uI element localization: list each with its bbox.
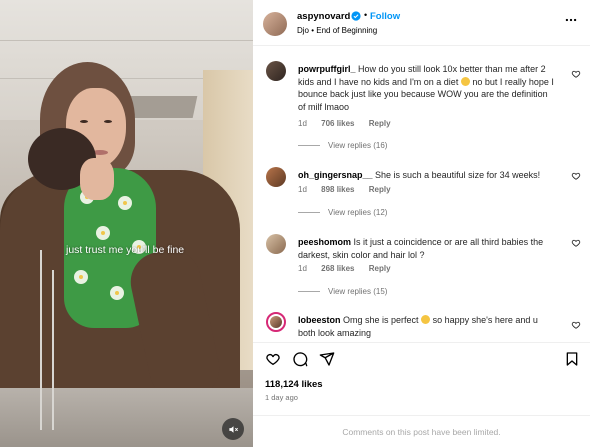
heart-icon[interactable] [571,320,581,330]
hospital-bed [0,388,253,447]
comment-likes[interactable]: 268 likes [321,264,354,273]
bookmark-icon[interactable] [564,351,580,367]
comment-text: oh_gingersnap__ She is such a beautiful … [298,169,556,182]
post-media[interactable]: just trust me you'll be fine [0,0,253,447]
author-username[interactable]: aspynovard [297,11,350,22]
comment-meta: 1d 268 likes Reply [298,264,403,273]
comment-username[interactable]: powrpuffgirl_ [298,64,356,74]
share-icon[interactable] [319,351,335,367]
comment-meta: 1d 898 likes Reply [298,185,403,194]
divider [298,212,320,213]
likes-count[interactable]: 118,124 likes [265,379,323,390]
more-icon[interactable] [564,13,578,27]
mute-button[interactable] [222,418,244,440]
post-header: aspynovard • Follow Djo • End of Beginni… [253,0,590,46]
comment-body: She is such a beautiful size for 34 week… [375,170,541,180]
comments-list[interactable]: powrpuffgirl_ How do you still look 10x … [253,47,590,342]
follow-button[interactable]: Follow [370,11,400,22]
avatar[interactable] [266,234,286,254]
avatar[interactable] [266,312,286,332]
post-side-panel: aspynovard • Follow Djo • End of Beginni… [253,0,590,447]
view-replies-label: View replies (16) [328,141,388,150]
view-replies-label: View replies (12) [328,208,388,217]
divider [298,145,320,146]
heart-icon[interactable] [571,238,581,248]
post-timestamp[interactable]: 1 day ago [265,393,298,402]
reply-button[interactable]: Reply [369,264,391,273]
avatar[interactable] [263,12,287,36]
comment-username[interactable]: peeshomom [298,237,351,247]
view-replies-button[interactable]: View replies (12) [298,208,387,217]
comment-icon[interactable] [292,351,308,367]
view-replies-button[interactable]: View replies (16) [298,141,387,150]
flower-pattern [110,286,124,300]
mute-icon [228,425,238,433]
comment-text: lobeeston Omg she is perfect so happy sh… [298,314,556,339]
hand-shape [80,158,114,200]
separator-dot: • [364,10,368,20]
divider [298,291,320,292]
comment-text: peeshomom Is it just a coincidence or ar… [298,236,556,261]
comment-age: 1d [298,185,307,194]
comment-text: powrpuffgirl_ How do you still look 10x … [298,63,556,113]
comment-body: Omg she is perfect [343,315,419,325]
audio-track[interactable]: Djo • End of Beginning [297,26,377,35]
crying-emoji-icon [460,76,470,86]
flower-pattern [96,226,110,240]
comment-username[interactable]: oh_gingersnap__ [298,170,373,180]
flower-pattern [74,270,88,284]
heart-icon[interactable] [571,69,581,79]
avatar[interactable] [266,167,286,187]
iv-tube [52,270,54,430]
comment-age: 1d [298,119,307,128]
reply-button[interactable]: Reply [369,185,391,194]
ceiling-tile-line [0,40,253,41]
view-replies-label: View replies (15) [328,287,388,296]
comment-likes[interactable]: 898 likes [321,185,354,194]
comment-username[interactable]: lobeeston [298,315,341,325]
comment-age: 1d [298,264,307,273]
reply-button[interactable]: Reply [369,119,391,128]
crying-emoji-icon [421,315,431,324]
avatar-photo [270,316,282,328]
eye-shape [80,120,88,123]
eye-shape [104,120,112,123]
iv-tube [40,250,42,430]
comment-likes[interactable]: 706 likes [321,119,354,128]
avatar[interactable] [266,61,286,81]
comments-limited-notice: Comments on this post have been limited. [253,415,590,447]
video-caption-overlay: just trust me you'll be fine [66,244,185,256]
flower-pattern [118,196,132,210]
post-actions: 118,124 likes 1 day ago [253,342,590,412]
verified-icon [351,11,361,21]
heart-icon[interactable] [571,171,581,181]
heart-icon[interactable] [265,351,281,367]
view-replies-button[interactable]: View replies (15) [298,287,387,296]
comment-meta: 1d 706 likes Reply [298,119,403,128]
